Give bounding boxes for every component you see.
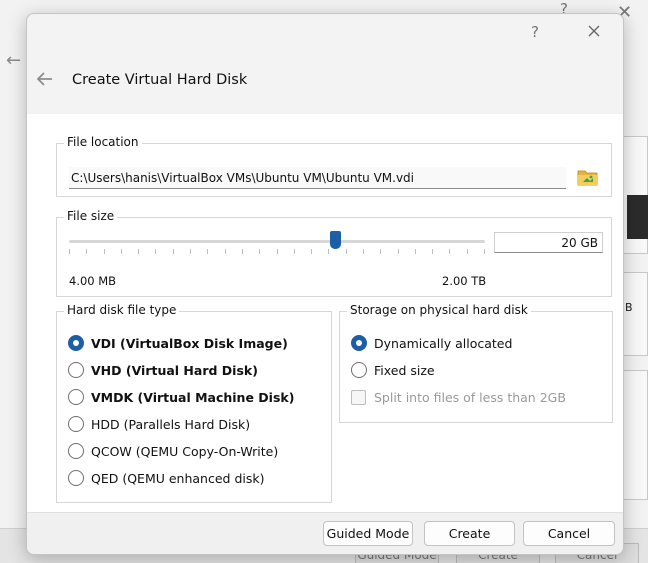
guided-mode-button[interactable]: Guided Mode	[323, 521, 413, 546]
slider-tick	[190, 249, 191, 254]
radio-button[interactable]	[68, 470, 84, 486]
radio-label: HDD (Parallels Hard Disk)	[91, 416, 251, 432]
radio-label: VHD (Virtual Hard Disk)	[91, 362, 258, 378]
slider-tick	[346, 249, 347, 254]
file-location-input[interactable]	[69, 167, 566, 189]
size-slider-handle[interactable]	[330, 231, 341, 249]
slider-tick	[69, 249, 70, 254]
dialog-titlebar: ?	[27, 14, 623, 48]
dialog-content: File location File size 4.00 MB 2.00 TB …	[27, 114, 623, 512]
dialog-footer: Guided Mode Create Cancel	[27, 512, 623, 554]
radio-option-vhd[interactable]: VHD (Virtual Hard Disk)	[68, 360, 258, 380]
split-files-checkbox	[351, 389, 366, 405]
radio-option-hdd[interactable]: HDD (Parallels Hard Disk)	[68, 414, 250, 434]
slider-tick	[311, 249, 312, 254]
background-panel: B	[622, 272, 648, 356]
slider-tick	[86, 249, 87, 254]
radio-button[interactable]	[68, 416, 84, 432]
slider-tick	[155, 249, 156, 254]
size-slider-ticks	[69, 249, 485, 255]
radio-button[interactable]	[68, 335, 84, 351]
split-files-checkbox-row: Split into files of less than 2GB	[351, 387, 566, 407]
size-min-label: 4.00 MB	[69, 274, 117, 288]
slider-tick	[242, 249, 243, 254]
radio-option-qcow[interactable]: QCOW (QEMU Copy-On-Write)	[68, 441, 278, 461]
file-size-group: File size 4.00 MB 2.00 TB	[56, 209, 612, 297]
file-location-title: File location	[64, 135, 142, 149]
radio-label: Fixed size	[374, 362, 435, 378]
slider-tick	[277, 249, 278, 254]
radio-option-qed[interactable]: QED (QEMU enhanced disk)	[68, 468, 264, 488]
radio-option-vmdk[interactable]: VMDK (Virtual Machine Disk)	[68, 387, 294, 407]
dialog-title: Create Virtual Hard Disk	[72, 72, 248, 88]
slider-tick	[294, 249, 295, 254]
radio-label: QCOW (QEMU Copy-On-Write)	[91, 443, 279, 459]
slider-tick	[225, 249, 226, 254]
radio-button[interactable]	[68, 362, 84, 378]
slider-tick	[328, 249, 329, 254]
slider-tick	[173, 249, 174, 254]
radio-label: VDI (VirtualBox Disk Image)	[91, 335, 288, 351]
disk-file-type-title: Hard disk file type	[64, 303, 180, 317]
background-back-arrow-icon: ←	[6, 50, 22, 71]
radio-label: QED (QEMU enhanced disk)	[91, 470, 265, 486]
radio-button[interactable]	[68, 443, 84, 459]
background-panel	[622, 136, 648, 254]
file-size-title: File size	[64, 209, 118, 223]
radio-button[interactable]	[351, 362, 367, 378]
split-files-label: Split into files of less than 2GB	[374, 389, 566, 405]
create-button[interactable]: Create	[424, 521, 515, 546]
background-panel	[622, 370, 648, 500]
disk-file-type-group: Hard disk file type VDI (VirtualBox Disk…	[56, 303, 332, 503]
size-slider-track[interactable]	[69, 240, 485, 243]
radio-label: VMDK (Virtual Machine Disk)	[91, 389, 295, 405]
cancel-button[interactable]: Cancel	[523, 521, 615, 546]
file-location-group: File location	[56, 135, 612, 197]
radio-option-vdi[interactable]: VDI (VirtualBox Disk Image)	[68, 333, 288, 353]
slider-tick	[484, 249, 485, 254]
back-arrow-icon[interactable]	[35, 70, 55, 88]
close-icon[interactable]	[585, 22, 603, 40]
storage-title: Storage on physical hard disk	[347, 303, 531, 317]
slider-tick	[104, 249, 105, 254]
slider-tick	[363, 249, 364, 254]
radio-label: Dynamically allocated	[374, 335, 513, 351]
slider-tick	[398, 249, 399, 254]
size-max-label: 2.00 TB	[442, 274, 487, 288]
slider-tick	[138, 249, 139, 254]
slider-tick	[449, 249, 450, 254]
slider-tick	[207, 249, 208, 254]
slider-tick	[467, 249, 468, 254]
slider-tick	[259, 249, 260, 254]
storage-group: Storage on physical hard disk Dynamicall…	[339, 303, 613, 423]
background-panel-text: B	[625, 301, 633, 314]
help-button[interactable]: ?	[531, 23, 539, 41]
radio-button[interactable]	[351, 335, 367, 351]
slider-tick	[121, 249, 122, 254]
slider-tick	[380, 249, 381, 254]
size-input[interactable]	[494, 232, 603, 253]
radio-button[interactable]	[68, 389, 84, 405]
folder-open-icon[interactable]	[576, 166, 600, 188]
create-virtual-hard-disk-dialog: ? Create Virtual Hard Disk File location…	[26, 13, 624, 555]
radio-option-dynamic[interactable]: Dynamically allocated	[351, 333, 512, 353]
radio-option-fixed[interactable]: Fixed size	[351, 360, 435, 380]
slider-tick	[415, 249, 416, 254]
slider-tick	[432, 249, 433, 254]
